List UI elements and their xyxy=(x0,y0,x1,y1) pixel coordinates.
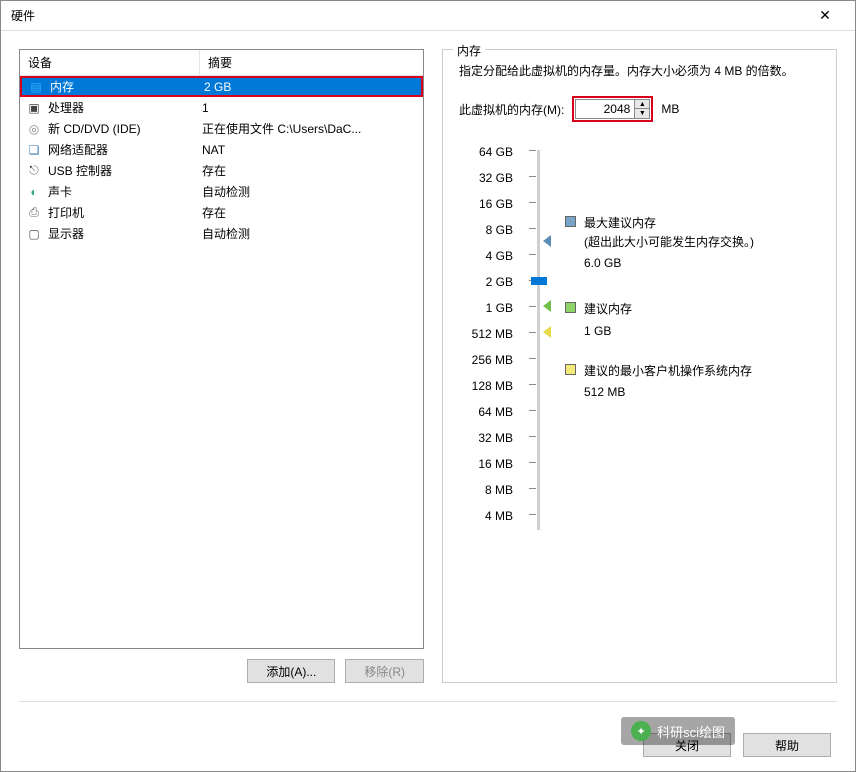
sound-icon: ◐ xyxy=(26,184,42,200)
slider-tick-label: 16 MB xyxy=(459,458,513,484)
marker-min-icon xyxy=(543,326,551,338)
legend-swatch-min xyxy=(565,364,576,375)
cd-icon: ◎ xyxy=(26,121,42,137)
spinner-buttons[interactable]: ▲ ▼ xyxy=(635,99,650,119)
marker-max-icon xyxy=(543,235,551,247)
titlebar: 硬件 ✕ xyxy=(1,1,855,31)
slider-tick-label: 32 MB xyxy=(459,432,513,458)
legend-min-title: 建议的最小客户机操作系统内存 xyxy=(584,362,752,381)
legend-max-value: 6.0 GB xyxy=(584,256,820,270)
legend-max-note: (超出此大小可能发生内存交换。) xyxy=(584,235,754,249)
slider-tick-label: 16 GB xyxy=(459,198,513,224)
slider-tick-label: 1 GB xyxy=(459,302,513,328)
slider-tick-label: 128 MB xyxy=(459,380,513,406)
slider-tick-label: 4 GB xyxy=(459,250,513,276)
network-icon: ❏ xyxy=(26,142,42,158)
device-summary: 自动检测 xyxy=(200,183,423,200)
device-list-header: 设备 摘要 xyxy=(20,50,423,76)
wechat-icon: ✦ xyxy=(631,721,651,741)
legend-rec-title: 建议内存 xyxy=(584,300,632,319)
slider-tick-label: 4 MB xyxy=(459,510,513,536)
legend-max-title: 最大建议内存 xyxy=(584,216,656,230)
legend-rec-value: 1 GB xyxy=(584,324,820,338)
marker-rec-icon xyxy=(543,300,551,312)
legend-swatch-rec xyxy=(565,302,576,313)
remove-button: 移除(R) xyxy=(345,659,424,683)
device-list: 设备 摘要 ▤ 内存 2 GB ▣ 处理器 1 ◎ 新 CD/DVD (IDE) 正在使用文件 … xyxy=(19,49,424,649)
memory-icon: ▤ xyxy=(28,79,44,95)
device-name: 打印机 xyxy=(48,204,84,221)
device-summary: 1 xyxy=(200,101,423,115)
window-title: 硬件 xyxy=(11,7,805,24)
close-icon[interactable]: ✕ xyxy=(805,7,845,24)
device-name: 网络适配器 xyxy=(48,141,108,158)
display-icon: ▢ xyxy=(26,226,42,242)
spinner-up-icon[interactable]: ▲ xyxy=(635,100,649,109)
legend-swatch-max xyxy=(565,216,576,227)
help-button[interactable]: 帮助 xyxy=(743,733,831,757)
device-name: 处理器 xyxy=(48,99,84,116)
slider-tick-label: 2 GB xyxy=(459,276,513,302)
add-button[interactable]: 添加(A)... xyxy=(247,659,335,683)
slider-tick-label: 512 MB xyxy=(459,328,513,354)
device-row[interactable]: ▣ 处理器 1 xyxy=(20,97,423,118)
slider-tick-label: 8 MB xyxy=(459,484,513,510)
device-summary: 2 GB xyxy=(202,80,421,94)
legend-min-value: 512 MB xyxy=(584,385,820,399)
memory-panel-title: 内存 xyxy=(453,42,485,59)
device-row[interactable]: ◎ 新 CD/DVD (IDE) 正在使用文件 C:\Users\DaC... xyxy=(20,118,423,139)
device-summary: 存在 xyxy=(200,162,423,179)
device-row[interactable]: ⎙ 打印机 存在 xyxy=(20,202,423,223)
memory-input[interactable] xyxy=(575,99,635,119)
watermark: ✦ 科研sci绘图 xyxy=(621,717,735,745)
memory-description: 指定分配给此虚拟机的内存量。内存大小必须为 4 MB 的倍数。 xyxy=(459,62,820,80)
slider-thumb[interactable] xyxy=(531,277,547,285)
device-row[interactable]: ⎋ USB 控制器 存在 xyxy=(20,160,423,181)
slider-tick-label: 64 GB xyxy=(459,146,513,172)
slider-tick-label: 64 MB xyxy=(459,406,513,432)
device-summary: 自动检测 xyxy=(200,225,423,242)
device-row[interactable]: ❏ 网络适配器 NAT xyxy=(20,139,423,160)
device-summary: 存在 xyxy=(200,204,423,221)
memory-panel: 内存 指定分配给此虚拟机的内存量。内存大小必须为 4 MB 的倍数。 此虚拟机的… xyxy=(442,49,837,683)
device-row[interactable]: ◐ 声卡 自动检测 xyxy=(20,181,423,202)
printer-icon: ⎙ xyxy=(26,205,42,221)
watermark-text: 科研sci绘图 xyxy=(657,722,725,741)
header-summary[interactable]: 摘要 xyxy=(200,50,423,75)
device-row[interactable]: ▢ 显示器 自动检测 xyxy=(20,223,423,244)
cpu-icon: ▣ xyxy=(26,100,42,116)
header-device[interactable]: 设备 xyxy=(20,50,200,75)
device-summary: 正在使用文件 C:\Users\DaC... xyxy=(200,120,423,137)
device-summary: NAT xyxy=(200,143,423,157)
spinner-down-icon[interactable]: ▼ xyxy=(635,109,649,118)
device-row[interactable]: ▤ 内存 2 GB xyxy=(20,76,423,97)
slider-tick-label: 8 GB xyxy=(459,224,513,250)
memory-unit: MB xyxy=(661,102,679,116)
device-name: 声卡 xyxy=(48,183,72,200)
slider-tick-label: 256 MB xyxy=(459,354,513,380)
device-name: 内存 xyxy=(50,78,74,95)
device-name: 显示器 xyxy=(48,225,84,242)
slider-labels: 64 GB32 GB16 GB8 GB4 GB2 GB1 GB512 MB256… xyxy=(459,146,513,536)
slider-tick-label: 32 GB xyxy=(459,172,513,198)
memory-input-label: 此虚拟机的内存(M): xyxy=(459,101,564,118)
usb-icon: ⎋ xyxy=(26,163,42,179)
device-name: 新 CD/DVD (IDE) xyxy=(48,120,141,137)
memory-slider[interactable] xyxy=(525,146,553,536)
device-name: USB 控制器 xyxy=(48,162,112,179)
